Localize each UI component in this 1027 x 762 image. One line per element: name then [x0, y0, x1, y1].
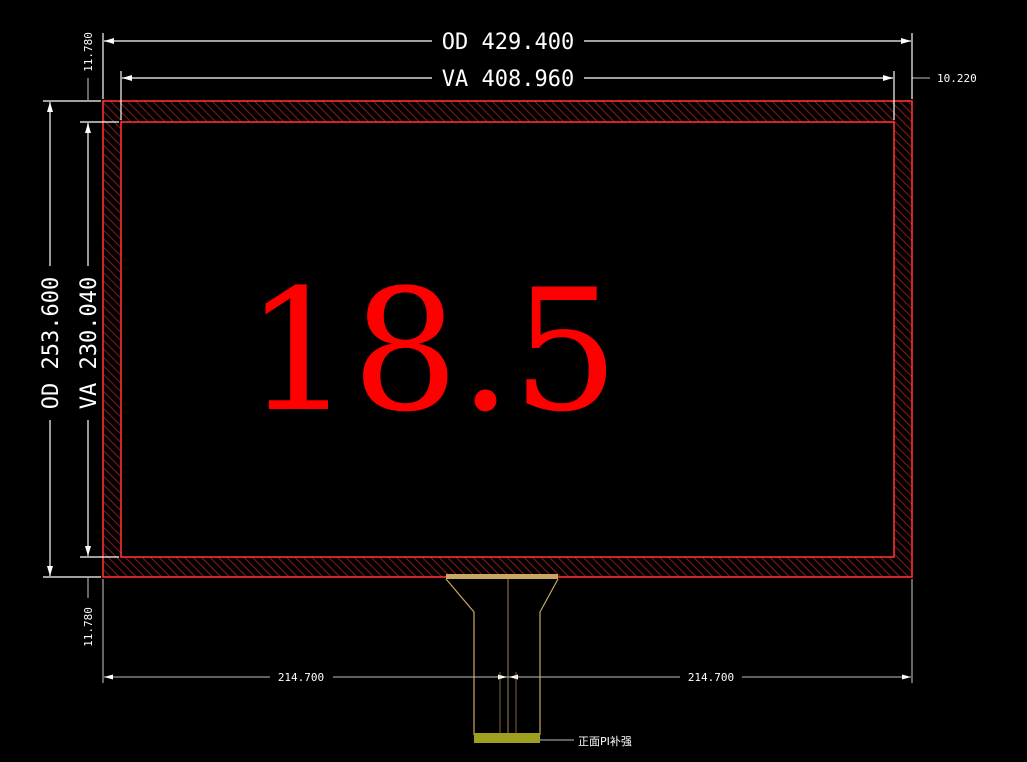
technical-drawing: 18.5 OD 429.400 VA 408.960 10.220 OD 253… — [39, 30, 977, 748]
border-bottom-label: 11.780 — [82, 607, 95, 647]
border-right-label: 10.220 — [937, 72, 977, 85]
half-width-dimension: 214.700 214.700 — [102, 579, 913, 684]
od-width-label: OD 429.400 — [442, 30, 574, 55]
border-top-dimension: 11.780 — [82, 32, 95, 100]
fpc-note: 正面PI补强 — [540, 735, 632, 748]
border-right-dimension: 10.220 — [912, 72, 977, 85]
half-width-right-label: 214.700 — [688, 671, 734, 684]
half-width-left-label: 214.700 — [278, 671, 324, 684]
od-height-label: OD 253.600 — [39, 277, 64, 409]
border-bottom-dimension: 11.780 — [82, 578, 95, 647]
fpc-tail — [445, 574, 559, 735]
va-height-label: VA 230.040 — [77, 277, 102, 409]
fpc-note-label: 正面PI补强 — [578, 735, 632, 748]
fpc-stiffener — [474, 733, 540, 743]
border-top-label: 11.780 — [82, 32, 95, 72]
size-label: 18.5 — [245, 253, 619, 449]
va-width-label: VA 408.960 — [442, 67, 574, 92]
